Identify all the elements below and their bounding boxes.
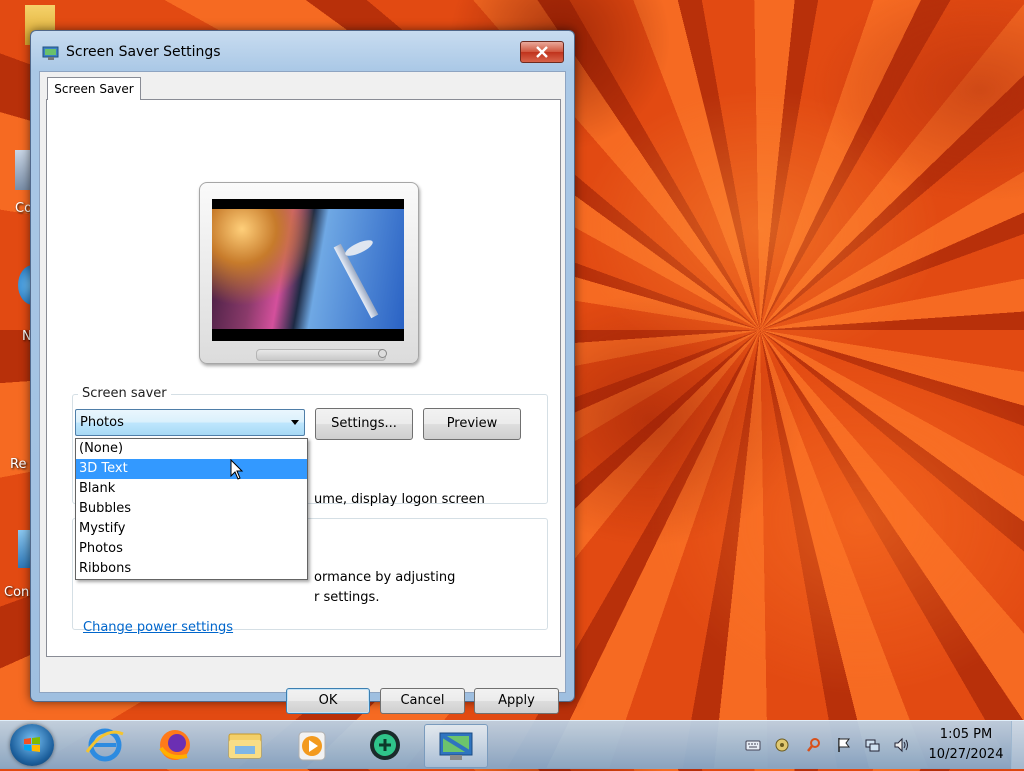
- close-button[interactable]: [520, 41, 564, 63]
- taskbar: 1:05 PM 10/27/2024: [0, 720, 1024, 769]
- clock-date[interactable]: 10/27/2024: [926, 747, 1006, 762]
- preview-screen: [212, 199, 404, 341]
- power-text-line1: ormance by adjusting: [314, 570, 456, 585]
- preview-monitor: [199, 182, 419, 364]
- screen-saver-select-value: Photos: [80, 415, 124, 430]
- keyboard-icon[interactable]: [745, 737, 761, 753]
- clock-time[interactable]: 1:05 PM: [926, 727, 1006, 742]
- screen-saver-settings-icon: [439, 732, 473, 760]
- resume-text: ume, display logon screen: [314, 492, 485, 507]
- dropdown-option-bubbles[interactable]: Bubbles: [76, 499, 307, 519]
- firefox-icon: [159, 730, 190, 760]
- taskbar-app[interactable]: [357, 724, 413, 766]
- chevron-down-icon: [291, 420, 299, 425]
- dialog-client-area: Screen Saver Screen saver ume, display l…: [39, 71, 566, 714]
- monitor-power-icon: [378, 349, 387, 358]
- desktop-label-recycle: Re: [10, 457, 27, 472]
- network-icon[interactable]: [864, 737, 880, 753]
- dropdown-option-3d-text[interactable]: 3D Text: [76, 459, 307, 479]
- taskbar-firefox[interactable]: [147, 724, 203, 766]
- device-icon[interactable]: [774, 737, 790, 753]
- dropdown-option-photos[interactable]: Photos: [76, 539, 307, 559]
- taskbar-internet-explorer[interactable]: [77, 724, 133, 766]
- apply-button[interactable]: Apply: [474, 688, 559, 714]
- mouse-cursor-icon: [230, 459, 244, 480]
- media-player-icon: [298, 731, 326, 761]
- taskbar-file-explorer[interactable]: [217, 724, 273, 766]
- internet-explorer-icon: [85, 728, 124, 762]
- screen-saver-group-label: Screen saver: [78, 386, 171, 401]
- screen-saver-settings-window: Screen Saver Settings Screen Saver Scree…: [30, 30, 575, 714]
- tab-screen-saver[interactable]: Screen Saver: [47, 77, 141, 100]
- dropdown-option-blank[interactable]: Blank: [76, 479, 307, 499]
- show-desktop-button[interactable]: [1011, 721, 1024, 769]
- taskbar-media-player[interactable]: [285, 724, 341, 766]
- power-text-line2: r settings.: [314, 590, 380, 605]
- dropdown-option-none[interactable]: (None): [76, 439, 307, 459]
- search-icon[interactable]: [806, 737, 822, 753]
- title-bar[interactable]: Screen Saver Settings: [31, 31, 574, 71]
- window-title: Screen Saver Settings: [66, 44, 221, 60]
- change-power-settings-link[interactable]: Change power settings: [83, 620, 233, 635]
- desktop-label-control-panel: Con: [4, 585, 30, 600]
- volume-icon[interactable]: [893, 737, 909, 753]
- ok-button[interactable]: OK: [286, 688, 370, 714]
- cancel-button[interactable]: Cancel: [380, 688, 465, 714]
- preview-button[interactable]: Preview: [423, 408, 521, 440]
- screen-saver-select[interactable]: Photos: [75, 409, 305, 436]
- dropdown-option-ribbons[interactable]: Ribbons: [76, 559, 307, 579]
- close-icon: [536, 46, 548, 58]
- screen-saver-dropdown-list[interactable]: (None) 3D Text Blank Bubbles Mystify Pho…: [75, 438, 308, 580]
- taskbar-screen-saver-settings[interactable]: [424, 724, 488, 768]
- start-button[interactable]: [10, 724, 54, 766]
- file-explorer-icon: [228, 733, 262, 759]
- monitor-stand: [256, 349, 386, 361]
- windows-logo-icon: [24, 737, 40, 752]
- settings-button[interactable]: Settings...: [315, 408, 413, 440]
- app-icon: [370, 730, 400, 760]
- dropdown-option-mystify[interactable]: Mystify: [76, 519, 307, 539]
- screen-saver-app-icon: [42, 46, 59, 60]
- action-center-flag-icon[interactable]: [836, 737, 852, 753]
